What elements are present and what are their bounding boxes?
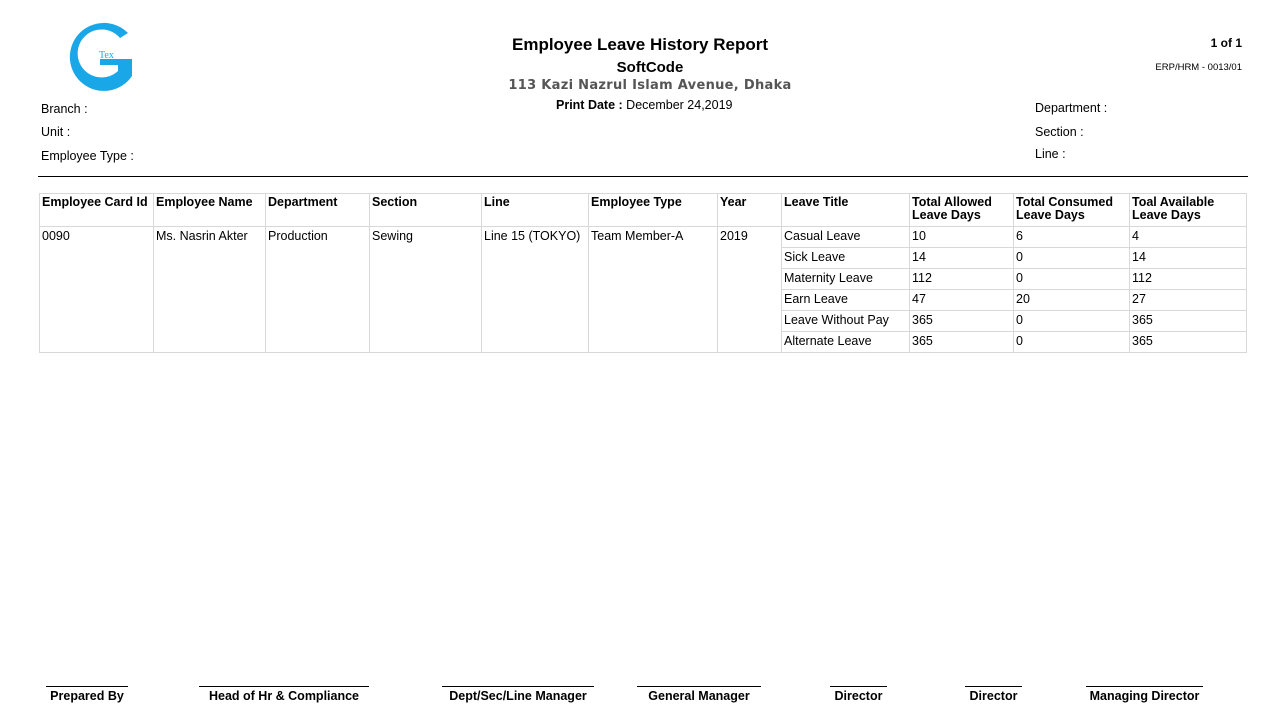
company-address: 113 Kazi Nazrul Islam Avenue, Dhaka (508, 78, 792, 93)
cell-available: 365 (1129, 331, 1247, 353)
cell-available: 27 (1129, 289, 1247, 311)
print-date-label: Print Date : (556, 98, 623, 112)
print-date-value: December 24,2019 (626, 98, 733, 112)
leave-history-table: Employee Card Id Employee Name Departmen… (39, 193, 1247, 353)
cell-consumed: 0 (1013, 310, 1130, 332)
cell-consumed: 20 (1013, 289, 1130, 311)
col-header-leave-title: Leave Title (781, 193, 910, 227)
col-header-line: Line (481, 193, 589, 227)
cell-consumed: 0 (1013, 331, 1130, 353)
cell-consumed: 0 (1013, 268, 1130, 290)
table-header-row: Employee Card Id Employee Name Departmen… (39, 193, 1247, 227)
cell-consumed: 0 (1013, 247, 1130, 269)
section-label: Section : (1035, 125, 1084, 139)
cell-leave-title: Earn Leave (781, 289, 910, 311)
header-divider (38, 176, 1248, 177)
report-title: Employee Leave History Report (511, 35, 769, 54)
cell-available: 4 (1129, 226, 1247, 248)
page-number: 1 of 1 (1210, 36, 1242, 50)
cell-allowed: 14 (909, 247, 1014, 269)
cell-allowed: 47 (909, 289, 1014, 311)
table-row: 0090 Ms. Nasrin Akter Production Sewing … (39, 226, 1247, 353)
signature-prepared-by: Prepared By (46, 686, 128, 703)
unit-label: Unit : (41, 125, 71, 139)
document-number: ERP/HRM - 0013/01 (1155, 62, 1242, 73)
cell-employee-name: Ms. Nasrin Akter (153, 226, 266, 353)
cell-leave-title: Casual Leave (781, 226, 910, 248)
cell-leave-title: Alternate Leave (781, 331, 910, 353)
cell-card-id: 0090 (39, 226, 154, 353)
cell-department: Production (265, 226, 370, 353)
employee-type-label: Employee Type : (41, 149, 134, 163)
cell-available: 365 (1129, 310, 1247, 332)
signature-head-hr: Head of Hr & Compliance (199, 686, 369, 703)
company-name: SoftCode (616, 59, 684, 76)
signature-director-1: Director (830, 686, 887, 703)
cell-year: 2019 (717, 226, 782, 353)
cell-leave-title: Leave Without Pay (781, 310, 910, 332)
cell-available: 112 (1129, 268, 1247, 290)
cell-allowed: 10 (909, 226, 1014, 248)
cell-allowed: 112 (909, 268, 1014, 290)
col-header-year: Year (717, 193, 782, 227)
branch-label: Branch : (41, 102, 88, 116)
cell-allowed: 365 (909, 310, 1014, 332)
col-header-employee-name: Employee Name (153, 193, 266, 227)
col-header-card-id: Employee Card Id (39, 193, 154, 227)
department-label: Department : (1035, 101, 1108, 115)
col-header-total-available: Toal Available Leave Days (1129, 193, 1247, 227)
cell-available: 14 (1129, 247, 1247, 269)
cell-leave-title: Sick Leave (781, 247, 910, 269)
signature-dept-manager: Dept/Sec/Line Manager (442, 686, 594, 703)
signature-general-manager: General Manager (637, 686, 761, 703)
cell-consumed: 6 (1013, 226, 1130, 248)
cell-line: Line 15 (TOKYO) (481, 226, 589, 353)
cell-allowed: 365 (909, 331, 1014, 353)
print-date: Print Date : December 24,2019 (556, 98, 733, 112)
line-label: Line : (1035, 147, 1066, 161)
signature-managing-director: Managing Director (1086, 686, 1203, 703)
col-header-section: Section (369, 193, 482, 227)
signature-director-2: Director (965, 686, 1022, 703)
col-header-department: Department (265, 193, 370, 227)
col-header-employee-type: Employee Type (588, 193, 718, 227)
cell-employee-type: Team Member-A (588, 226, 718, 353)
col-header-total-allowed: Total Allowed Leave Days (909, 193, 1014, 227)
cell-leave-title: Maternity Leave (781, 268, 910, 290)
cell-section: Sewing (369, 226, 482, 353)
col-header-total-consumed: Total Consumed Leave Days (1013, 193, 1130, 227)
